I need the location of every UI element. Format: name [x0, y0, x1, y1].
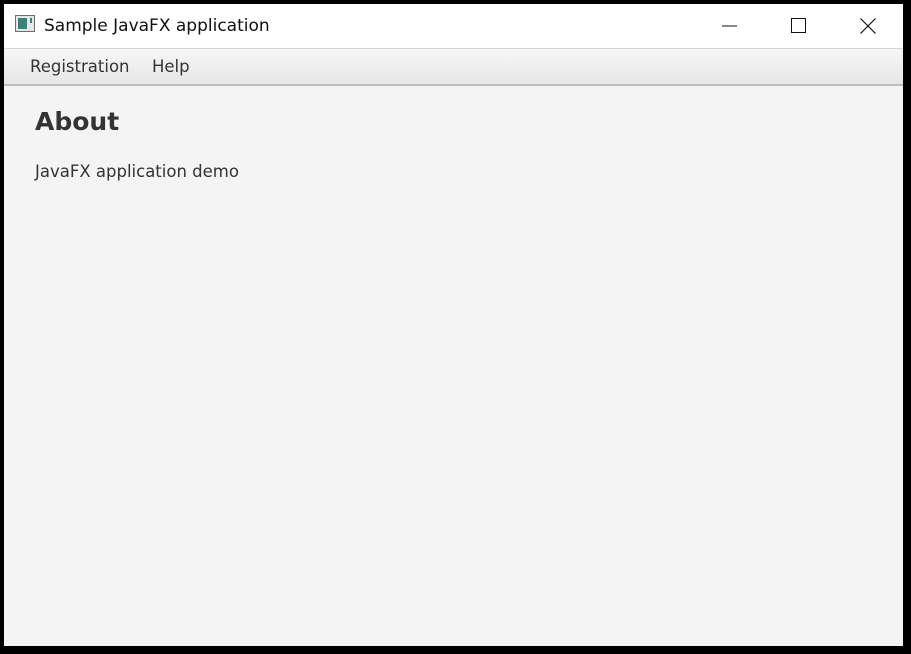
- description-text: JavaFX application demo: [35, 162, 239, 181]
- page-title: About: [35, 107, 120, 136]
- java-app-icon: [15, 15, 35, 32]
- minimize-button[interactable]: [695, 4, 763, 48]
- minimize-icon: [722, 25, 737, 27]
- window-title: Sample JavaFX application: [44, 16, 270, 36]
- title-bar[interactable]: Sample JavaFX application: [4, 4, 903, 49]
- maximize-button[interactable]: [764, 4, 832, 48]
- menu-registration[interactable]: Registration: [17, 49, 143, 84]
- application-window: Sample JavaFX application Registration H…: [4, 4, 903, 646]
- app-icon-pane: [18, 18, 27, 29]
- close-icon: [860, 18, 876, 34]
- menu-help[interactable]: Help: [139, 49, 203, 84]
- close-button[interactable]: [833, 4, 901, 48]
- maximize-icon: [791, 18, 806, 33]
- menu-bar: Registration Help: [4, 49, 903, 86]
- app-icon-mark: [30, 18, 32, 23]
